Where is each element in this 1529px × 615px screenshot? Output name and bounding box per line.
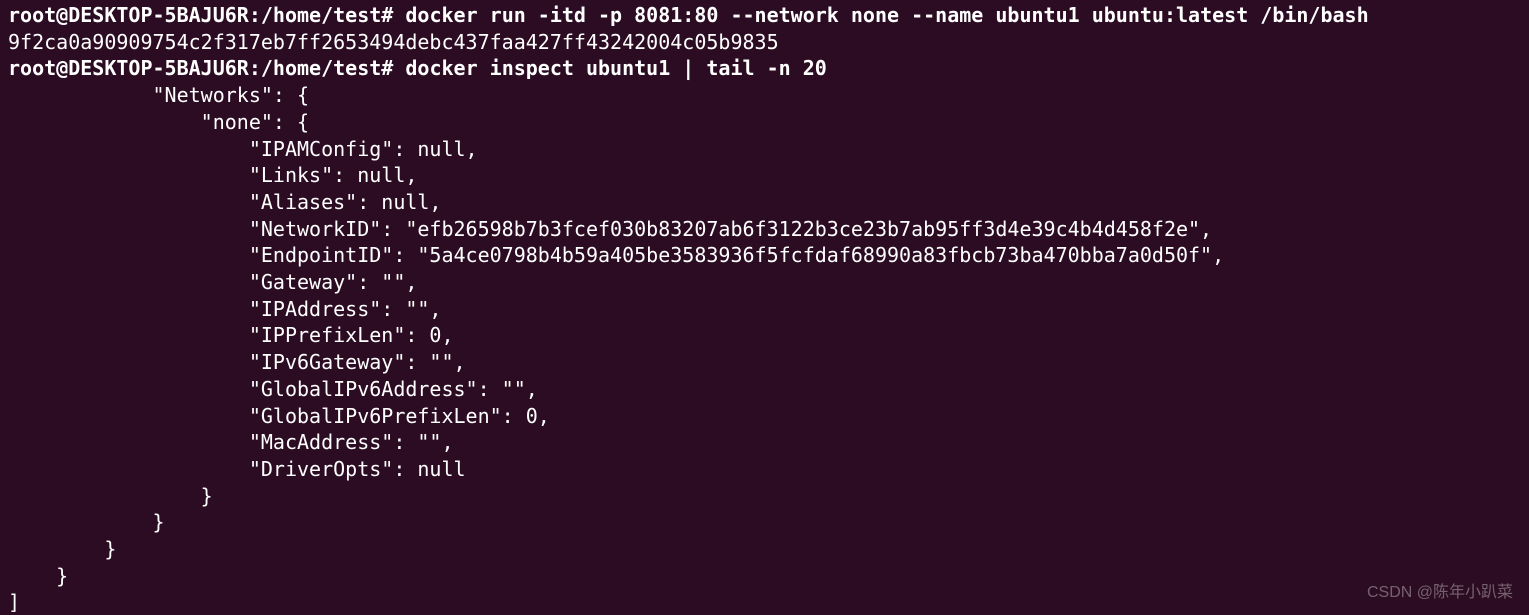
command-2: docker inspect ubuntu1 | tail -n 20 <box>405 56 826 80</box>
output-line: "IPAddress": "", <box>8 297 441 321</box>
output-line: "DriverOpts": null <box>8 457 466 481</box>
output-line: "IPPrefixLen": 0, <box>8 323 454 347</box>
command-1: docker run -itd -p 8081:80 --network non… <box>405 3 1368 27</box>
output-line: "IPAMConfig": null, <box>8 137 478 161</box>
output-line: "EndpointID": "5a4ce0798b4b59a405be35839… <box>8 243 1224 267</box>
output-line: } <box>8 537 116 561</box>
watermark-text: CSDN @陈年小趴菜 <box>1367 580 1513 607</box>
shell-prompt-1: root@DESKTOP-5BAJU6R:/home/test# <box>8 3 405 27</box>
shell-prompt-2: root@DESKTOP-5BAJU6R:/home/test# <box>8 56 405 80</box>
output-line: } <box>8 484 213 508</box>
output-line: "Gateway": "", <box>8 270 417 294</box>
terminal-output[interactable]: root@DESKTOP-5BAJU6R:/home/test# docker … <box>0 0 1529 615</box>
output-line: "IPv6Gateway": "", <box>8 350 466 374</box>
container-id-output: 9f2ca0a90909754c2f317eb7ff2653494debc437… <box>8 30 779 54</box>
output-line: "none": { <box>8 110 309 134</box>
output-line: "Networks": { <box>8 83 309 107</box>
output-line: "MacAddress": "", <box>8 430 454 454</box>
output-line: "GlobalIPv6PrefixLen": 0, <box>8 404 550 428</box>
output-line: ] <box>8 590 20 614</box>
output-line: "Links": null, <box>8 163 417 187</box>
output-line: "GlobalIPv6Address": "", <box>8 377 538 401</box>
output-line: } <box>8 510 165 534</box>
output-line: "Aliases": null, <box>8 190 441 214</box>
output-line: "NetworkID": "efb26598b7b3fcef030b83207a… <box>8 217 1212 241</box>
output-line: } <box>8 564 68 588</box>
